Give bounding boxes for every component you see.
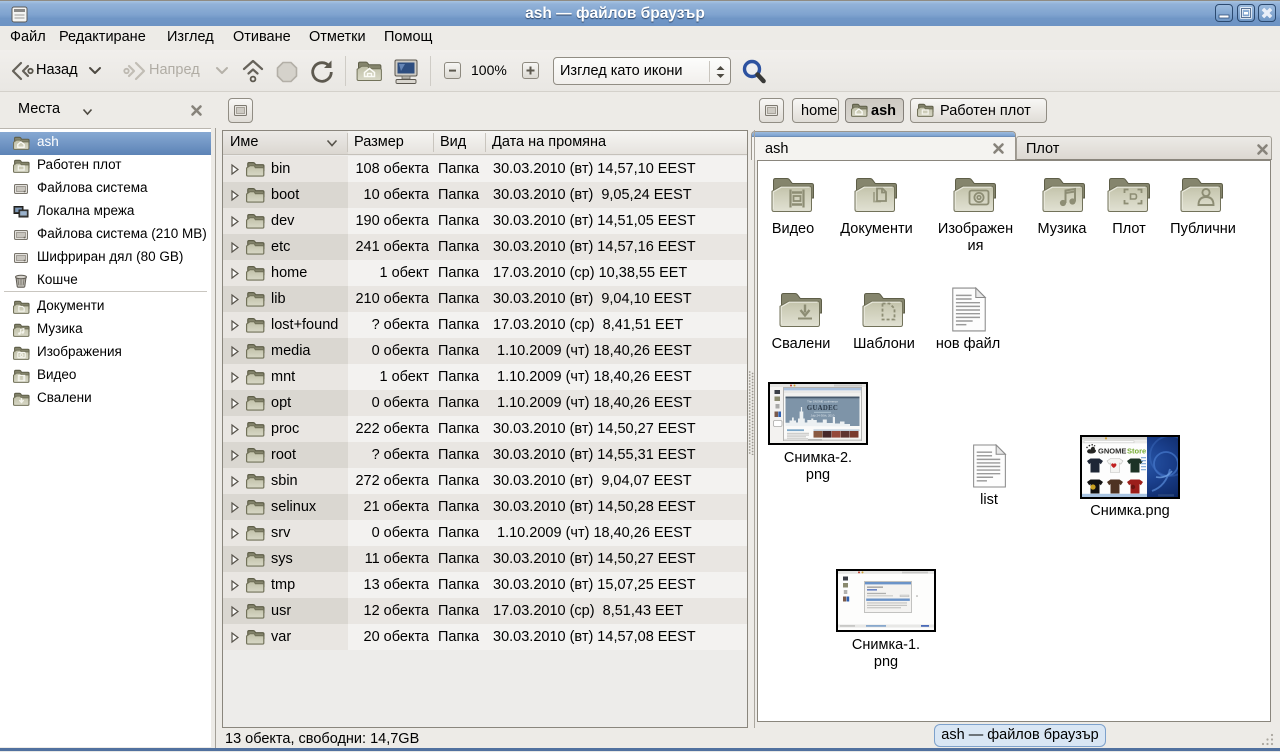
svg-text:GUADEC: GUADEC [807, 405, 838, 412]
svg-text:GNOME: GNOME [1098, 447, 1126, 456]
svg-text:July 24-30th, 2010: July 24-30th, 2010 [811, 414, 835, 418]
svg-text:Store: Store [1127, 447, 1146, 456]
svg-text:The GNOME conference: The GNOME conference [807, 400, 838, 404]
